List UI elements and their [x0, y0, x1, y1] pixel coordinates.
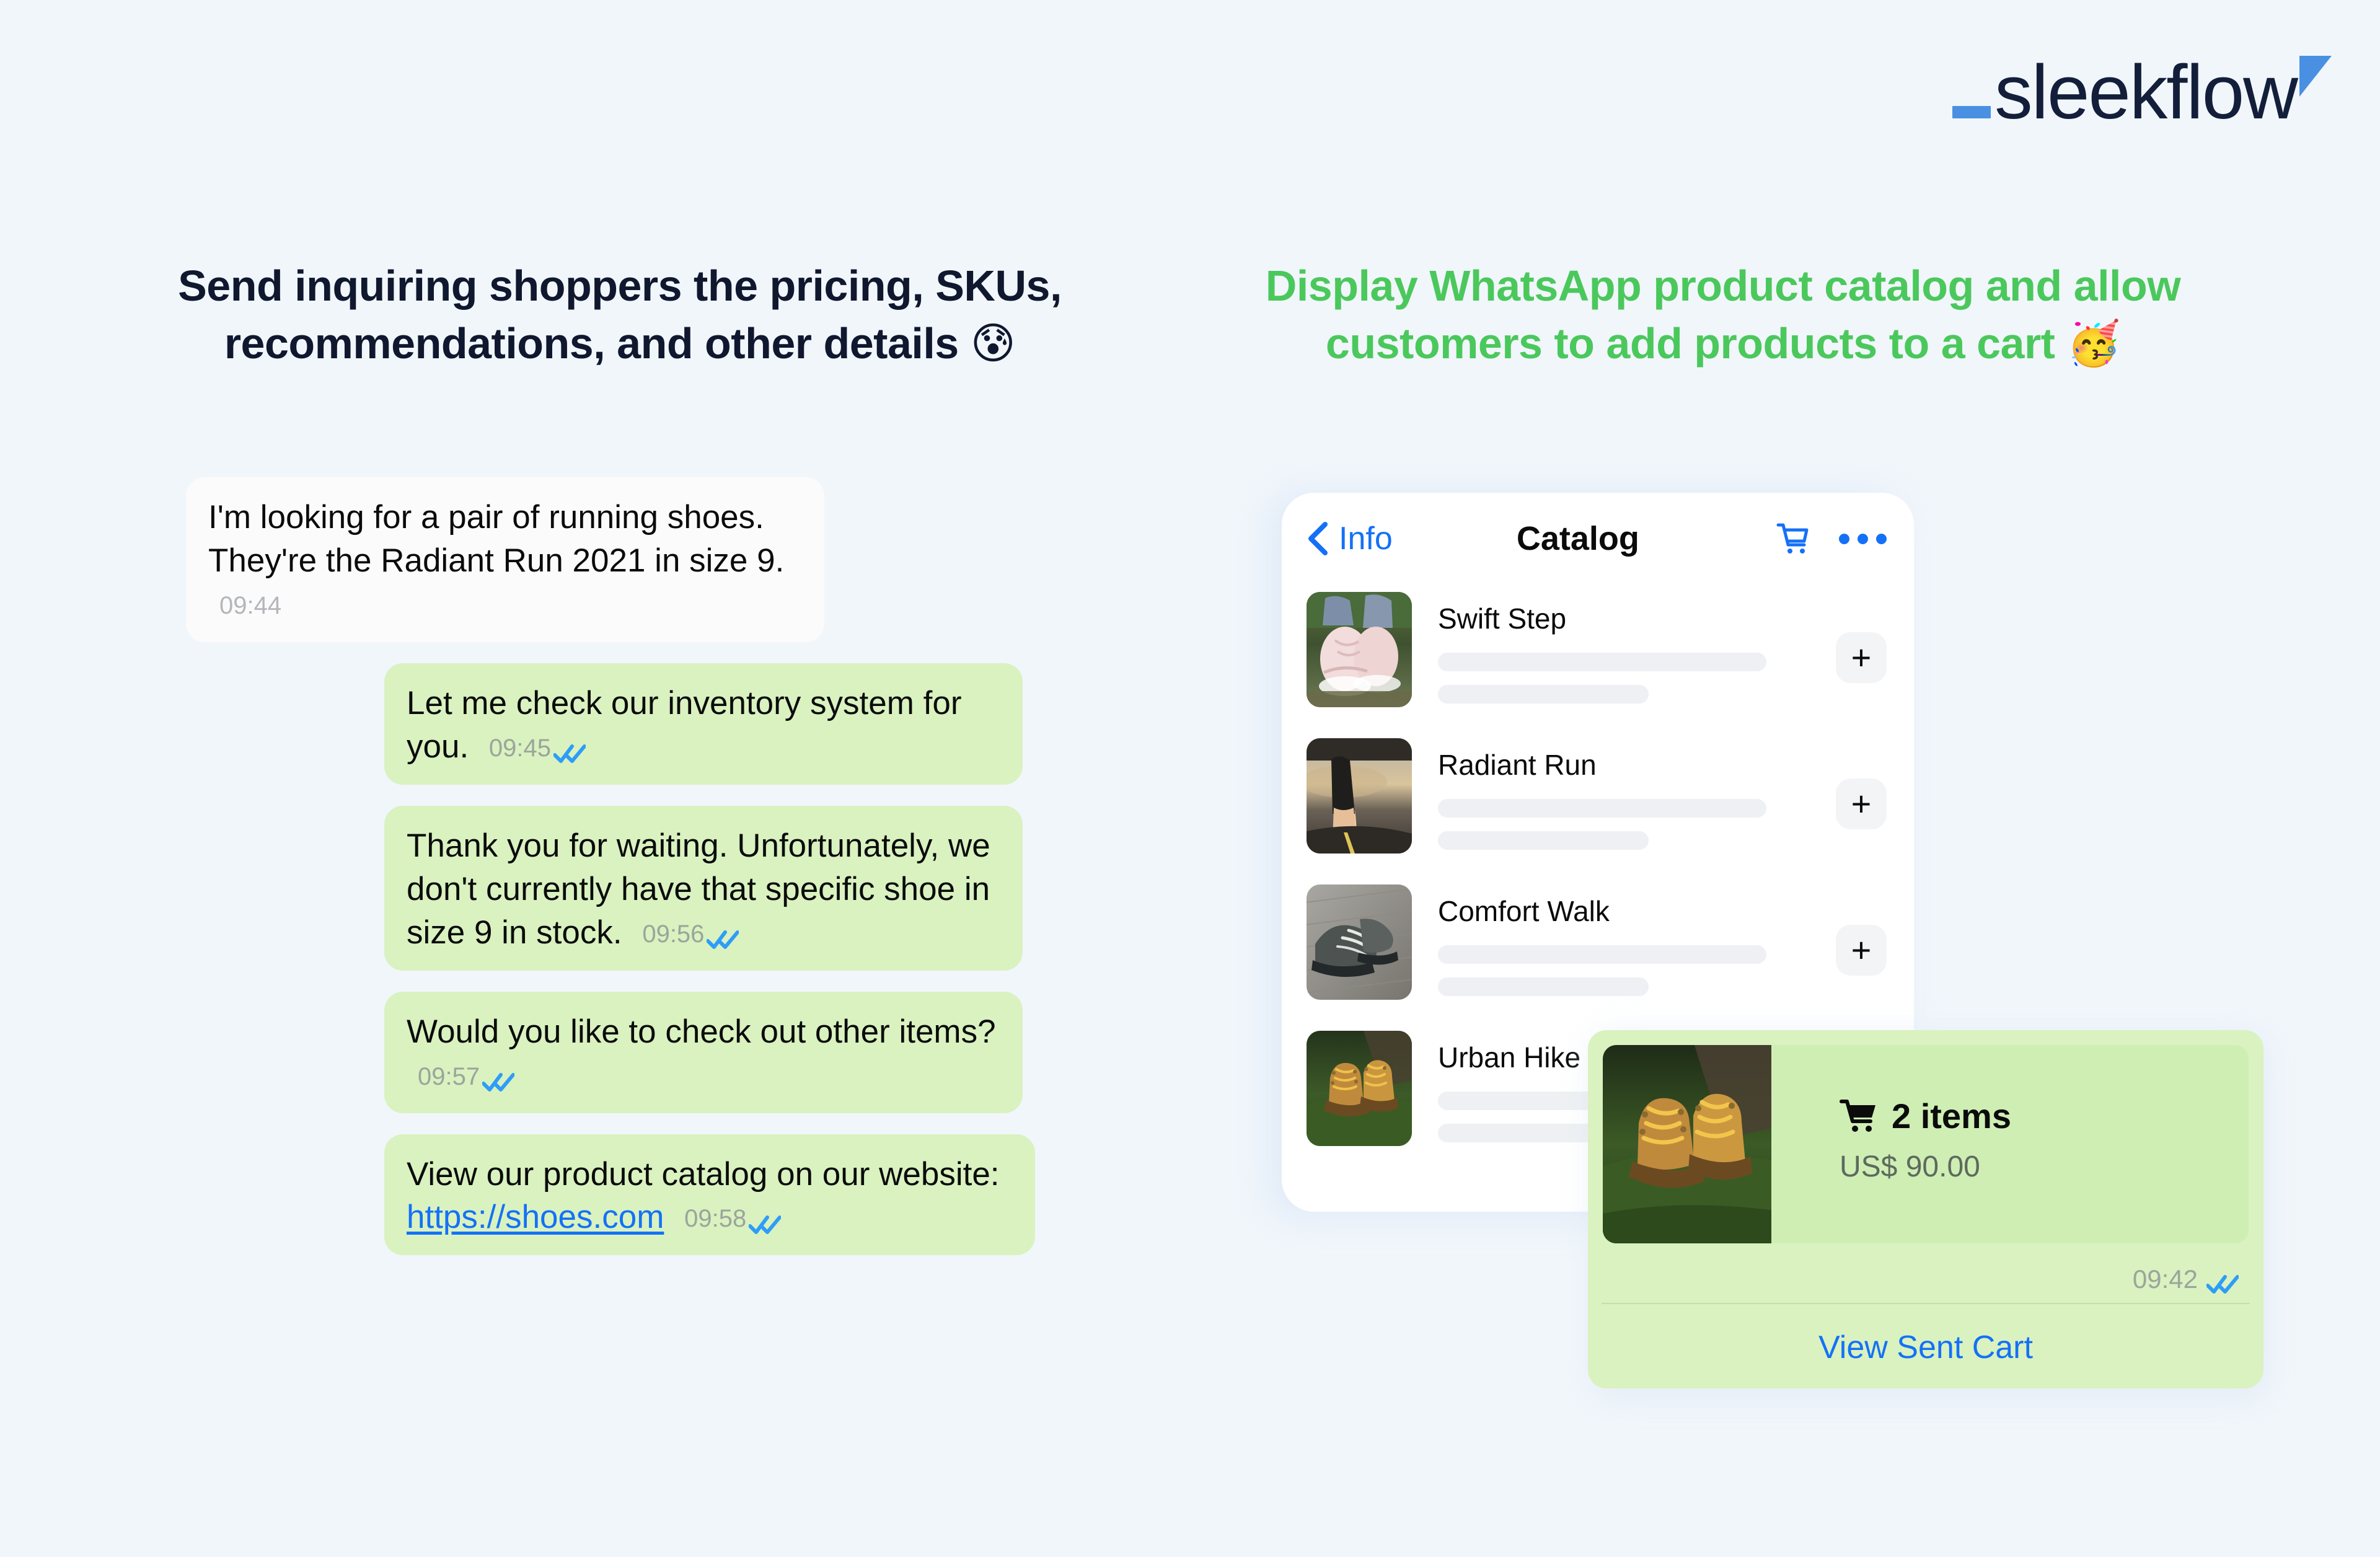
read-receipt-double-check-icon	[482, 1069, 516, 1092]
chat-bubble-outgoing: Thank you for waiting. Unfortunately, we…	[384, 805, 1023, 971]
read-receipt-double-check-icon	[748, 1212, 782, 1234]
logo-wordmark: sleekflow	[1994, 50, 2298, 135]
message-text: Would you like to check out other items?	[407, 1013, 996, 1050]
logo-triangle-icon	[2299, 56, 2332, 97]
chat-bubble-outgoing: Let me check our inventory system for yo…	[384, 663, 1023, 785]
cart-preview: 2 items US$ 90.00	[1603, 1045, 2249, 1243]
message-meta: 09:44	[219, 589, 281, 622]
message-timestamp: 09:44	[219, 591, 282, 619]
more-dot	[1858, 533, 1868, 544]
product-detail-placeholder	[1438, 977, 1649, 996]
read-receipt-double-check-icon	[553, 741, 587, 764]
message-timestamp: 09:42	[2132, 1264, 2198, 1294]
view-sent-cart-button[interactable]: View Sent Cart	[1588, 1304, 2263, 1366]
message-meta: 09:58	[684, 1202, 782, 1235]
more-horizontal-icon[interactable]	[1839, 533, 1887, 544]
message-text: I'm looking for a pair of running shoes.…	[208, 499, 785, 579]
product-name: Radiant Run	[1438, 749, 1597, 781]
product-info: Swift Step	[1412, 592, 1836, 717]
product-thumbnail-comfort-walk	[1307, 884, 1412, 1000]
product-thumbnail-swift-step	[1307, 592, 1412, 707]
chat-bubble-incoming: I'm looking for a pair of running shoes.…	[186, 477, 824, 642]
chat-bubble-outgoing: View our product catalog on our website:…	[384, 1134, 1035, 1256]
catalog-product-row[interactable]: Radiant Run +	[1282, 731, 1914, 877]
product-detail-placeholder	[1438, 685, 1649, 704]
chevron-left-icon[interactable]	[1305, 521, 1330, 556]
cart-item-count: 2 items	[1892, 1096, 2011, 1136]
page-title-left: Send inquiring shoppers the pricing, SKU…	[178, 262, 1062, 368]
product-detail-placeholder	[1438, 799, 1766, 818]
message-meta: 09:57	[418, 1061, 516, 1093]
more-dot	[1839, 533, 1849, 544]
product-info: Radiant Run	[1412, 738, 1836, 863]
product-detail-placeholder	[1438, 831, 1649, 850]
sleekflow-logo: sleekflow	[1952, 55, 2332, 135]
chat-thread: I'm looking for a pair of running shoes.…	[186, 477, 1066, 1276]
product-thumbnail-radiant-run	[1307, 738, 1412, 853]
catalog-product-row[interactable]: Swift Step +	[1282, 584, 1914, 731]
product-detail-placeholder	[1438, 945, 1766, 964]
add-to-cart-button[interactable]: +	[1836, 632, 1887, 683]
message-timestamp: 09:56	[642, 920, 705, 948]
message-timestamp: 09:57	[418, 1062, 480, 1090]
product-catalog-link[interactable]: https://shoes.com	[407, 1199, 664, 1235]
read-receipt-double-check-icon	[706, 927, 740, 950]
message-meta: 09:56	[642, 918, 740, 951]
catalog-header: Info Catalog	[1282, 493, 1914, 584]
product-name: Comfort Walk	[1438, 895, 1610, 927]
product-name: Swift Step	[1438, 602, 1567, 635]
read-receipt-double-check-icon	[2206, 1272, 2239, 1294]
product-thumbnail-urban-hike	[1307, 1031, 1412, 1146]
cart-items-line: 2 items	[1840, 1096, 2249, 1136]
message-timestamp: 09:45	[488, 734, 552, 762]
message-text: View our product catalog on our website:	[407, 1155, 1000, 1193]
cart-summary: 2 items US$ 90.00	[1771, 1045, 2249, 1243]
cart-product-thumbnail	[1603, 1045, 1771, 1243]
shopping-cart-icon	[1840, 1099, 1878, 1134]
chat-bubble-outgoing: Would you like to check out other items?…	[384, 991, 1023, 1113]
product-info: Comfort Walk	[1412, 884, 1836, 1010]
cart-message-meta: 09:42	[1588, 1243, 2263, 1303]
sent-cart-message-card: 2 items US$ 90.00 09:42 View Sent Cart	[1588, 1030, 2263, 1388]
catalog-product-row[interactable]: Comfort Walk +	[1282, 877, 1914, 1023]
page-title-right: Display WhatsApp product catalog and all…	[1265, 262, 2181, 368]
more-dot	[1876, 533, 1887, 544]
shopping-cart-icon[interactable]	[1776, 521, 1810, 556]
cart-total-price: US$ 90.00	[1840, 1150, 1980, 1183]
message-timestamp: 09:58	[684, 1205, 747, 1233]
product-detail-placeholder	[1438, 653, 1766, 671]
catalog-title: Catalog	[1516, 520, 1639, 557]
add-to-cart-button[interactable]: +	[1836, 925, 1887, 976]
add-to-cart-button[interactable]: +	[1836, 778, 1887, 829]
message-meta: 09:45	[488, 732, 587, 765]
logo-underscore-mark	[1952, 106, 1991, 118]
poster-canvas: sleekflow Send inquiring shoppers the pr…	[0, 0, 2380, 1557]
